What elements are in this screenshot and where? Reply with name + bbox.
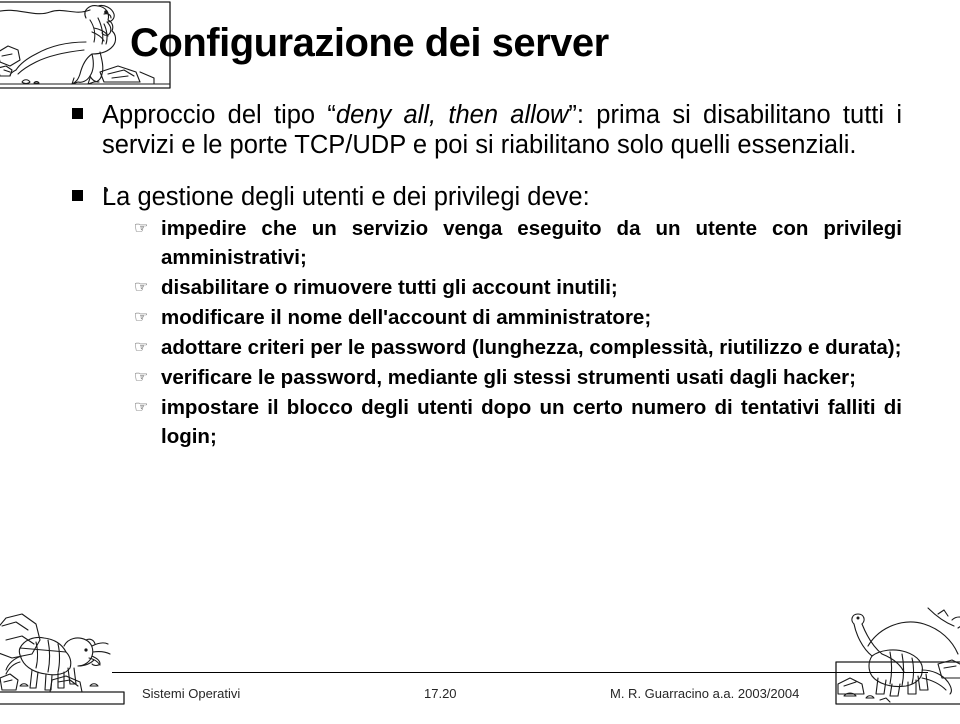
- slide-footer: Sistemi Operativi 17.20 M. R. Guarracino…: [112, 686, 928, 710]
- bullet-text-emphasis: deny all, then allow: [335, 101, 569, 129]
- pointing-hand-bullet-icon: ☞: [134, 339, 149, 356]
- slide: Configurazione dei server Approccio del …: [0, 0, 960, 724]
- bullet-item: La gestione degli utenti e dei privilegi…: [72, 182, 902, 212]
- pointing-hand-bullet-icon: ☞: [134, 399, 149, 416]
- sub-bullet-item: ☞ modificare il nome dell'account di amm…: [72, 303, 902, 332]
- square-bullet-icon: [72, 100, 102, 130]
- sub-bullet-list: ☞ impedire che un servizio venga eseguit…: [72, 214, 902, 451]
- sub-bullet-item: ☞ disabilitare o rimuovere tutti gli acc…: [72, 273, 902, 302]
- square-bullet-icon: [72, 182, 102, 212]
- footer-author-year: M. R. Guarracino a.a. 2003/2004: [610, 686, 800, 701]
- sub-bullet-item: ☞ verificare le password, mediante gli s…: [72, 363, 902, 392]
- footer-slide-number: 17.20: [424, 686, 457, 701]
- pointing-hand-bullet-icon: ☞: [134, 309, 149, 326]
- footer-course-name: Sistemi Operativi: [142, 686, 241, 701]
- sub-bullet-text: verificare le password, mediante gli ste…: [161, 366, 856, 389]
- triceratops-dinosaur-illustration: [0, 596, 126, 706]
- bullet-text: Approccio del tipo “deny all, then allow…: [102, 100, 902, 160]
- slide-title: Configurazione dei server: [130, 21, 609, 65]
- sub-bullet-text: impedire che un servizio venga eseguito …: [161, 217, 902, 269]
- scan-artifact-speck: [104, 188, 108, 192]
- footer-divider: [112, 672, 928, 673]
- pointing-hand-bullet-icon: ☞: [134, 279, 149, 296]
- bullet-text: La gestione degli utenti e dei privilegi…: [102, 183, 590, 211]
- sub-bullet-item: ☞ impostare il blocco degli utenti dopo …: [72, 393, 902, 451]
- pointing-hand-bullet-icon: ☞: [134, 220, 149, 237]
- slide-body: Approccio del tipo “deny all, then allow…: [72, 100, 902, 452]
- pointing-hand-bullet-icon: ☞: [134, 369, 149, 386]
- bullet-text-prefix: Approccio del tipo “: [102, 101, 336, 129]
- sub-bullet-text: adottare criteri per le password (lunghe…: [161, 336, 902, 359]
- sub-bullet-text: impostare il blocco degli utenti dopo un…: [161, 396, 902, 448]
- sub-bullet-item: ☞ impedire che un servizio venga eseguit…: [72, 214, 902, 272]
- sub-bullet-item: ☞ adottare criteri per le password (lung…: [72, 333, 902, 362]
- bullet-item: Approccio del tipo “deny all, then allow…: [72, 100, 902, 160]
- sub-bullet-text: modificare il nome dell'account di ammin…: [161, 306, 652, 329]
- sub-bullet-text: disabilitare o rimuovere tutti gli accou…: [161, 276, 618, 299]
